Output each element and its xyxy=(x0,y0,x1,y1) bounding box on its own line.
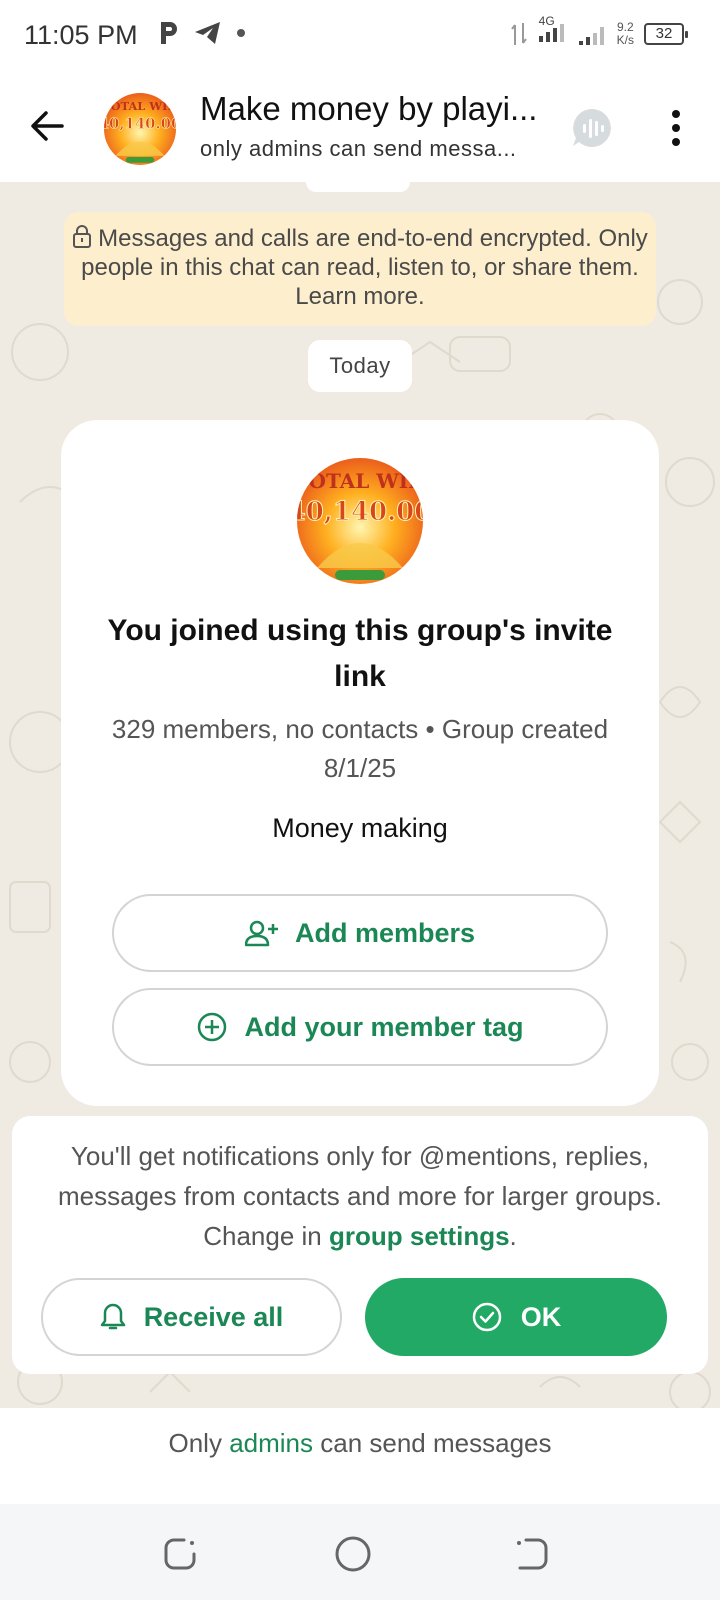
encryption-notice[interactable]: Messages and calls are end-to-end encryp… xyxy=(64,212,656,326)
ok-button[interactable]: OK xyxy=(365,1278,667,1356)
group-settings-link[interactable]: group settings xyxy=(329,1221,510,1251)
receive-all-button[interactable]: Receive all xyxy=(41,1278,342,1356)
arrow-left-icon xyxy=(31,111,64,141)
plus-circle-icon xyxy=(198,1012,227,1042)
home-circle-icon xyxy=(335,1536,371,1572)
network-label: 4G xyxy=(538,14,555,28)
signal-icon-2 xyxy=(578,26,604,45)
group-description: Money making xyxy=(272,813,448,843)
add-members-label: Add members xyxy=(294,917,476,948)
top-bubble-edge xyxy=(306,182,410,192)
admins-only-bar: Only admins can send messages xyxy=(0,1408,720,1504)
add-person-icon xyxy=(244,920,278,947)
chat-header: TOTAL WIN 40,140.00 Make money by playi.… xyxy=(0,72,720,182)
voice-chat-icon xyxy=(573,109,611,147)
home-button[interactable] xyxy=(333,1534,373,1574)
chat-subtitle[interactable]: only admins can send messa... xyxy=(200,136,540,162)
status-left-icons xyxy=(158,20,246,46)
overflow-menu-button[interactable] xyxy=(664,106,688,150)
back-nav-icon xyxy=(517,1538,548,1570)
admins-link[interactable]: admins xyxy=(229,1428,313,1458)
add-members-button[interactable]: Add members xyxy=(112,894,608,972)
telegram-icon xyxy=(195,22,220,44)
chat-title[interactable]: Make money by playi... xyxy=(200,90,540,128)
signal-4g: 4G xyxy=(537,14,567,49)
group-card-title: You joined using this group's invite lin… xyxy=(107,614,613,693)
lock-icon xyxy=(73,225,92,248)
encryption-notice-text: Messages and calls are end-to-end encryp… xyxy=(81,225,648,310)
battery-icon: 32 xyxy=(644,22,688,45)
chat-area[interactable]: Messages and calls are end-to-end encryp… xyxy=(0,182,720,1408)
back-nav-button[interactable] xyxy=(512,1534,552,1574)
recents-icon xyxy=(164,1538,196,1570)
system-nav-bar xyxy=(0,1504,720,1600)
status-right-icons: 4G 9.2 K/s 32 xyxy=(510,14,688,49)
status-time: 11:05 PM xyxy=(24,20,138,50)
bell-icon xyxy=(100,1303,125,1330)
dot-icon xyxy=(237,29,245,37)
add-member-tag-label: Add your member tag xyxy=(244,1011,524,1042)
data-arrows-icon xyxy=(510,22,527,45)
voice-chat-button[interactable] xyxy=(570,106,614,150)
status-bar: 11:05 PM 4G 9.2 K/s 32 xyxy=(0,0,720,72)
receive-all-label: Receive all xyxy=(143,1301,284,1332)
back-button[interactable] xyxy=(28,106,68,146)
notification-settings-card: You'll get notifications only for @menti… xyxy=(12,1116,708,1374)
parking-icon xyxy=(161,22,177,44)
svg-text:40,140.00: 40,140.00 xyxy=(104,114,176,132)
group-avatar-image: TOTAL WIN 40,140.00 xyxy=(104,93,176,165)
ok-label: OK xyxy=(520,1301,562,1332)
group-card-meta: 329 members, no contacts • Group created… xyxy=(111,714,609,783)
group-card-avatar[interactable]: TOTAL WIN 40,140.00 xyxy=(297,458,423,584)
more-vertical-icon xyxy=(672,110,680,146)
add-member-tag-button[interactable]: Add your member tag xyxy=(112,988,608,1066)
group-avatar[interactable]: TOTAL WIN 40,140.00 xyxy=(104,93,176,165)
notification-text: You'll get notifications only for @menti… xyxy=(57,1141,663,1251)
date-chip: Today xyxy=(308,340,412,392)
net-speed: 9.2 K/s xyxy=(616,19,634,47)
svg-text:TOTAL WIN: TOTAL WIN xyxy=(297,469,423,493)
group-info-card: TOTAL WIN 40,140.00 You joined using thi… xyxy=(61,420,659,1106)
group-card-avatar-image: TOTAL WIN 40,140.00 xyxy=(297,458,423,584)
svg-text:40,140.00: 40,140.00 xyxy=(297,497,423,527)
recents-button[interactable] xyxy=(160,1534,200,1574)
svg-text:TOTAL WIN: TOTAL WIN xyxy=(104,99,176,113)
check-circle-icon xyxy=(472,1302,501,1332)
